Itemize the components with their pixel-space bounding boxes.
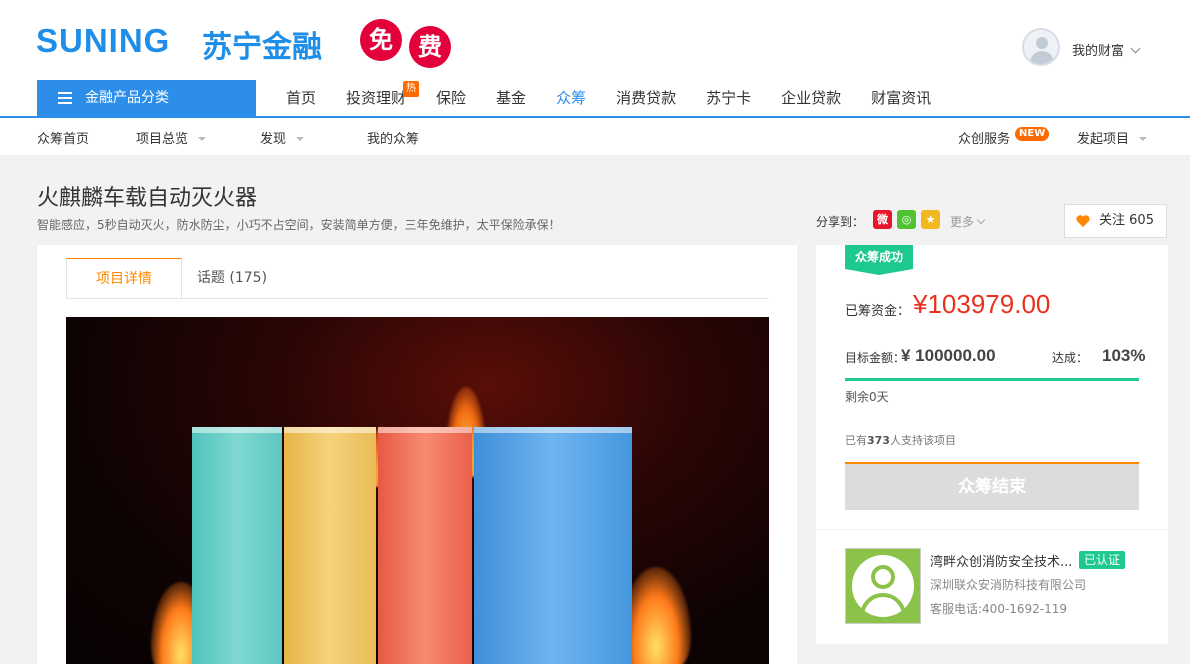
nav-label: 消费贷款 <box>616 89 677 107</box>
supporters-prefix: 已有 <box>845 434 867 447</box>
nav-item-consumer-loan[interactable]: 消费贷款 <box>601 80 691 116</box>
suning-logo[interactable]: SUNING <box>36 22 170 60</box>
subnav-label: 发起项目 <box>1077 132 1130 147</box>
follow-label: 关注 <box>1099 213 1126 228</box>
more-share-button[interactable]: 更多 <box>950 213 986 230</box>
my-wealth-label: 我的财富 <box>1072 44 1125 59</box>
days-remaining: 剩余0天 <box>845 390 889 404</box>
free-badge-1[interactable]: 免 <box>360 19 402 61</box>
product-category-button[interactable]: 金融产品分类 <box>37 80 256 116</box>
weibo-share-icon[interactable]: 微 <box>873 210 892 229</box>
free-badge-2[interactable]: 费 <box>409 26 451 68</box>
funding-progress-fill <box>845 378 1139 381</box>
tab-project-detail[interactable]: 项目详情 <box>66 258 182 299</box>
raised-amount: ¥103979.00 <box>913 289 1051 319</box>
nav-item-crowdfunding[interactable]: 众筹 <box>541 80 601 116</box>
funding-panel: 众筹成功 已筹资金： ¥103979.00 目标金额： ¥ 100000.00 … <box>816 245 1168 529</box>
nav-label: 基金 <box>496 89 527 107</box>
subnav-crowdfunding-home[interactable]: 众筹首页 <box>37 128 89 147</box>
chevron-down-icon <box>1130 43 1141 54</box>
nav-item-wealth-news[interactable]: 财富资讯 <box>856 80 946 116</box>
product-yellow <box>284 427 376 664</box>
tab-divider <box>66 298 769 299</box>
nav-item-investment[interactable]: 投资理财热 <box>331 80 421 116</box>
nav-label: 首页 <box>286 89 317 107</box>
supporters-suffix: 人支持该项目 <box>889 434 956 447</box>
raised-label: 已筹资金： <box>845 304 911 319</box>
product-teal <box>192 427 282 664</box>
wechat-share-icon[interactable]: ◎ <box>897 210 916 229</box>
top-header: SUNING 苏宁金融 免 费 我的财富 金融产品分类 首页 投资理财热 保险 … <box>0 0 1190 155</box>
subnav-discover[interactable]: 发现 <box>260 128 305 147</box>
product-red <box>378 427 472 664</box>
supporters-number: 373 <box>867 434 890 447</box>
subnav-label: 项目总览 <box>136 132 189 147</box>
supporters-count: 已有373人支持该项目 <box>845 432 956 448</box>
follow-count: 605 <box>1129 213 1154 228</box>
company-avatar[interactable] <box>845 548 921 624</box>
my-wealth-menu[interactable]: 我的财富 <box>1072 40 1141 59</box>
verified-badge: 已认证 <box>1079 551 1126 569</box>
nav-label: 苏宁卡 <box>706 89 752 107</box>
sub-nav: 众筹首页 项目总览 发现 我的众筹 众创服务 发起项目 <box>0 118 1190 155</box>
subnav-launch-project[interactable]: 发起项目 <box>1077 128 1148 147</box>
tab-topics[interactable]: 话题 (175) <box>187 258 277 298</box>
project-subtitle: 智能感应，5秒自动灭火，防水防尘，小巧不占空间，安装简单方便，三年免维护，太平保… <box>37 218 561 232</box>
menu-icon <box>58 92 72 104</box>
tab-label: 话题 <box>196 270 225 286</box>
project-title: 火麒麟车载自动灭火器 <box>37 186 258 211</box>
suning-finance-logo-text[interactable]: 苏宁金融 <box>202 22 322 66</box>
follow-button[interactable]: 关注 605 <box>1064 204 1167 238</box>
nav-label: 企业贷款 <box>781 89 842 107</box>
qzone-share-icon[interactable]: ★ <box>921 210 940 229</box>
subnav-service[interactable]: 众创服务 <box>958 128 1010 147</box>
reach-percent: 103% <box>1102 346 1146 365</box>
caret-down-icon <box>1139 137 1148 141</box>
share-label: 分享到： <box>816 215 865 229</box>
main-nav: 首页 投资理财热 保险 基金 众筹 消费贷款 苏宁卡 企业贷款 财富资讯 <box>271 80 946 116</box>
project-detail-panel: 项目详情 话题 (175) <box>37 245 797 664</box>
funding-progress-bar <box>845 378 1139 381</box>
subnav-my-crowdfunding[interactable]: 我的众筹 <box>367 128 419 147</box>
company-phone: 客服电话:400-1692-119 <box>930 602 1068 616</box>
nav-label: 保险 <box>436 89 467 107</box>
new-badge: NEW <box>1015 127 1050 141</box>
more-share-label: 更多 <box>950 215 975 229</box>
reach-label: 达成： <box>1052 351 1089 365</box>
nav-item-business-loan[interactable]: 企业贷款 <box>766 80 856 116</box>
target-amount: ¥ 100000.00 <box>901 346 996 365</box>
user-avatar-icon[interactable] <box>1022 28 1060 66</box>
nav-label: 投资理财 <box>346 89 407 107</box>
topic-count: (175) <box>229 270 268 286</box>
nav-item-insurance[interactable]: 保险 <box>421 80 481 116</box>
subnav-project-overview[interactable]: 项目总览 <box>136 128 207 147</box>
company-full-name: 深圳联众安消防科技有限公司 <box>930 578 1087 592</box>
target-label: 目标金额： <box>845 351 906 365</box>
company-panel: 湾畔众创消防安全技术... 已认证 深圳联众安消防科技有限公司 客服电话:400… <box>816 530 1168 644</box>
subnav-label: 发现 <box>260 132 287 147</box>
crowdfunding-ended-button[interactable]: 众筹结束 <box>845 462 1139 510</box>
chevron-down-icon <box>976 215 986 225</box>
status-badge: 众筹成功 <box>845 245 913 275</box>
nav-item-home[interactable]: 首页 <box>271 80 331 116</box>
nav-item-fund[interactable]: 基金 <box>481 80 541 116</box>
hot-badge: 热 <box>403 81 420 97</box>
caret-down-icon <box>296 137 305 141</box>
product-blue <box>474 427 632 664</box>
caret-down-icon <box>198 137 207 141</box>
product-category-label: 金融产品分类 <box>85 90 169 106</box>
nav-item-suning-card[interactable]: 苏宁卡 <box>691 80 766 116</box>
company-name[interactable]: 湾畔众创消防安全技术... <box>930 551 1072 570</box>
heart-icon <box>1076 215 1090 227</box>
nav-label: 众筹 <box>556 89 587 107</box>
nav-label: 财富资讯 <box>871 89 932 107</box>
product-hero-image <box>66 317 769 664</box>
